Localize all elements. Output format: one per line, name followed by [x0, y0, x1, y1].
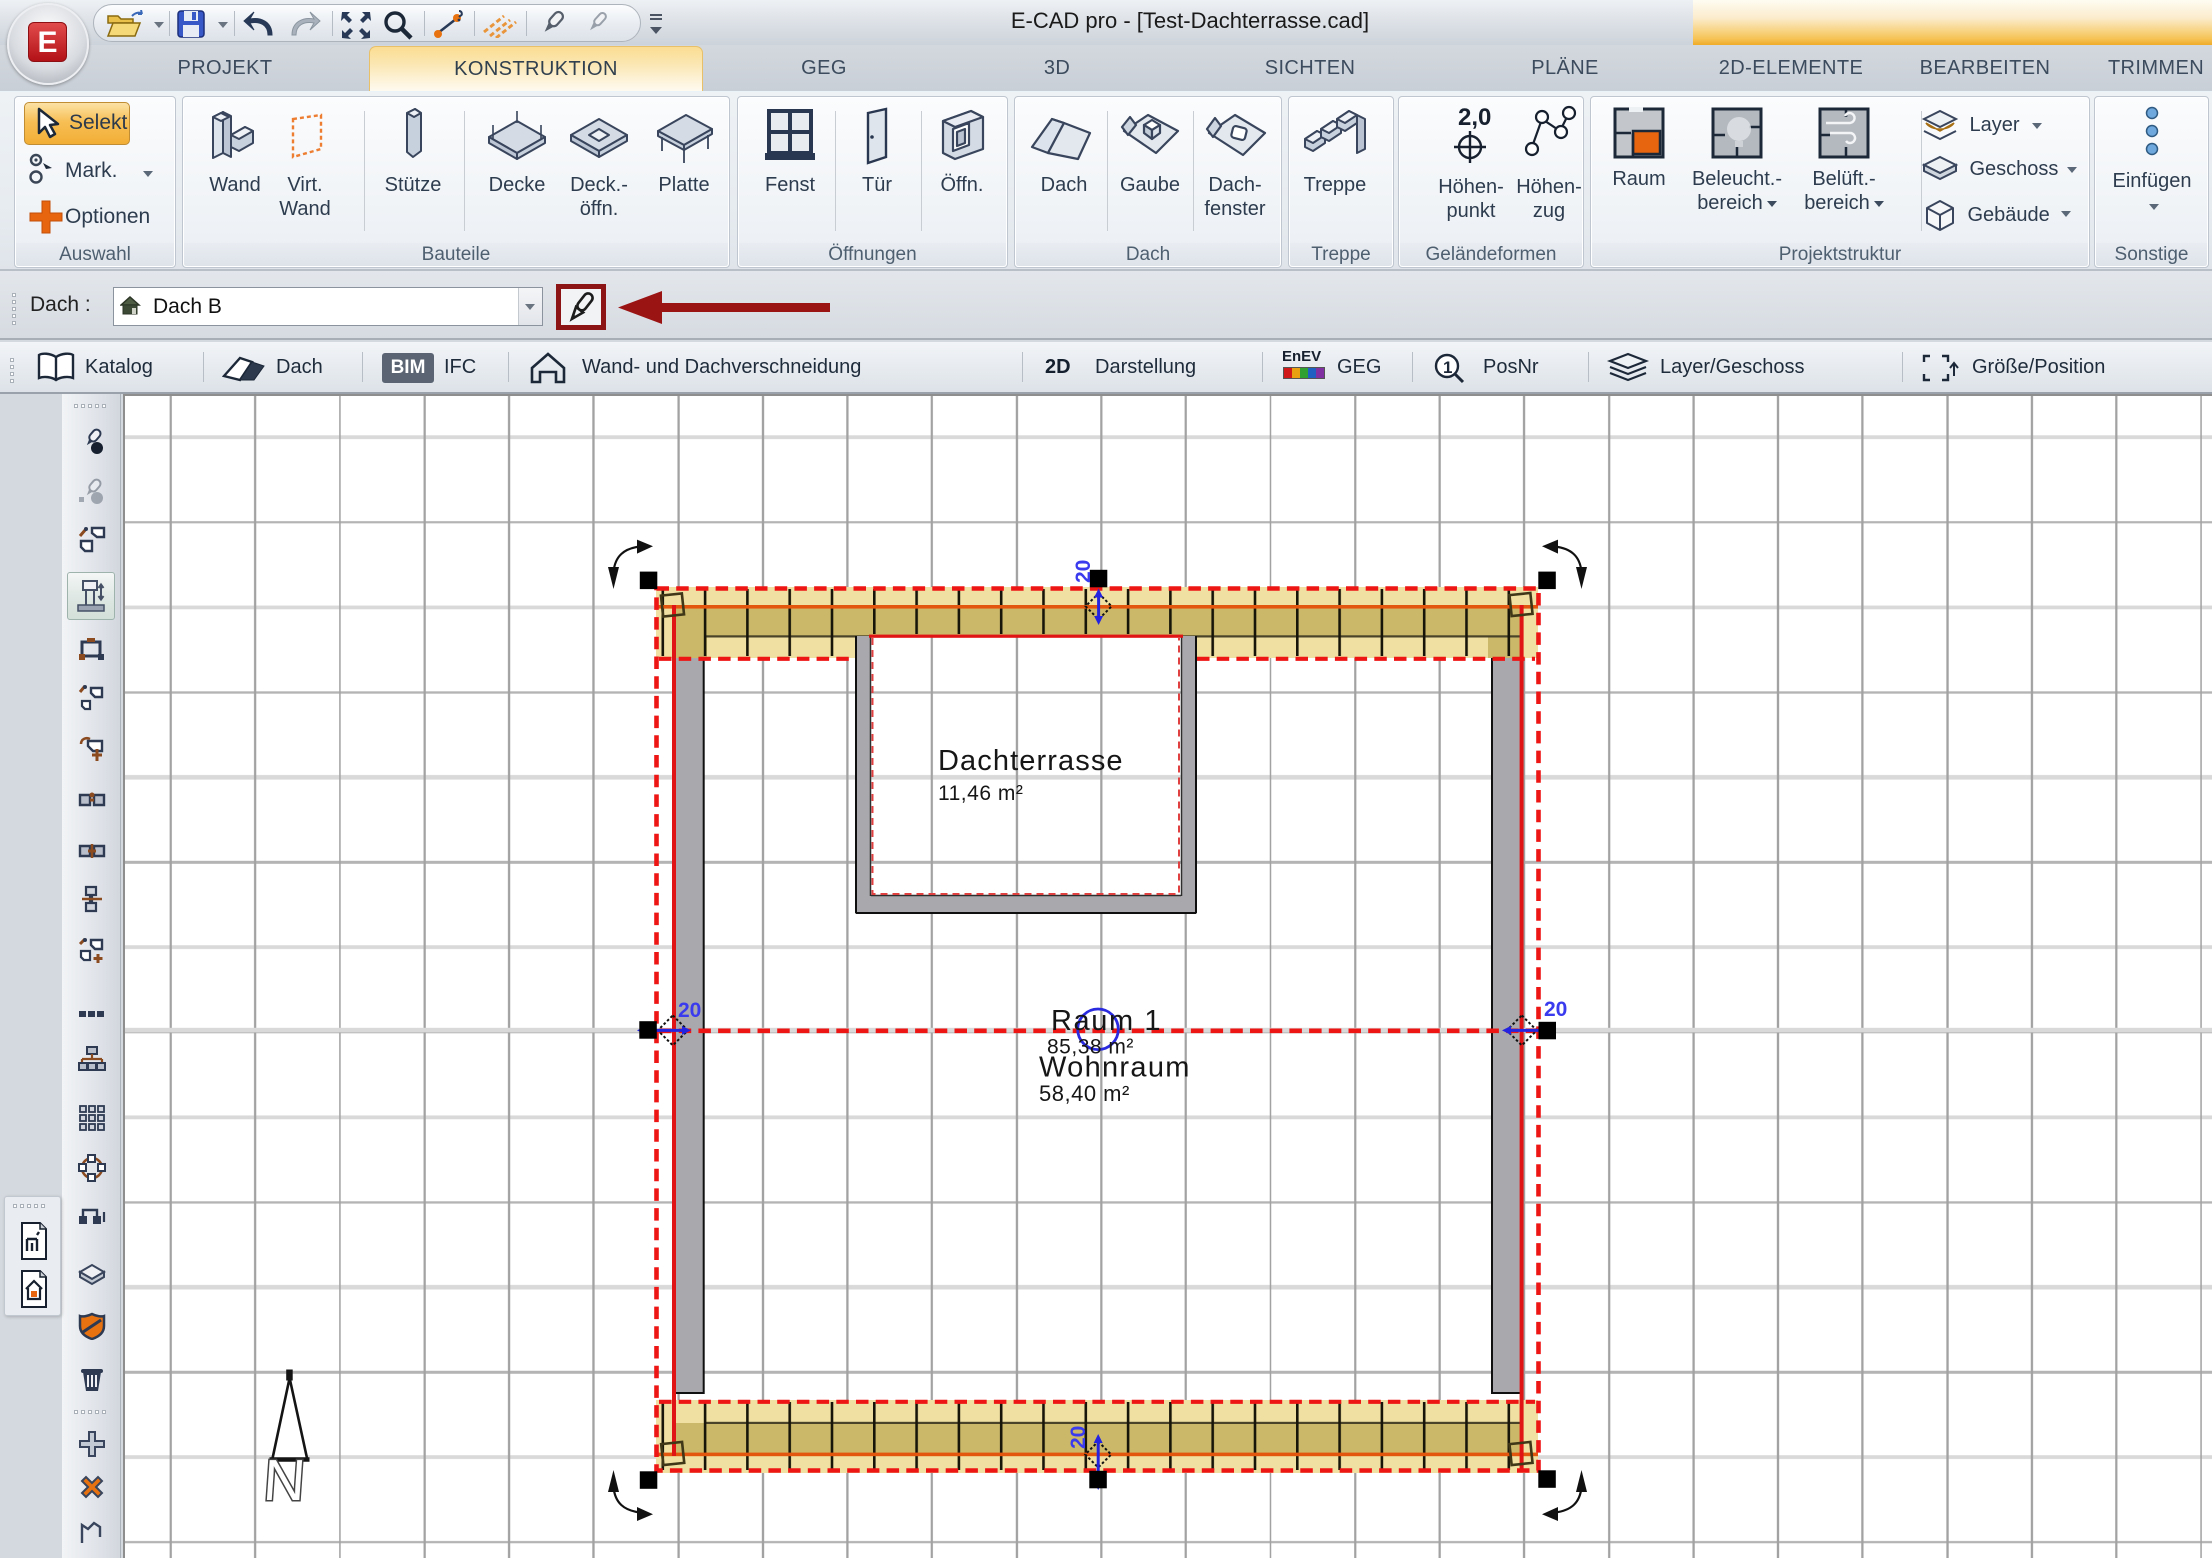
svg-text:20: 20	[678, 999, 701, 1022]
svg-text:58,40 m²: 58,40 m²	[1039, 1081, 1130, 1106]
svg-text:20: 20	[1544, 998, 1567, 1021]
svg-text:2,0: 2,0	[1458, 104, 1491, 131]
svg-text:Dachterrasse: Dachterrasse	[938, 745, 1124, 777]
svg-text:20: 20	[1067, 1426, 1090, 1449]
svg-text:11,46 m²: 11,46 m²	[938, 782, 1023, 805]
svg-text:Wohnraum: Wohnraum	[1039, 1052, 1191, 1084]
svg-text:1: 1	[1443, 358, 1452, 377]
svg-text:Raum 1: Raum 1	[1051, 1005, 1162, 1037]
svg-text:N: N	[261, 1448, 307, 1513]
svg-text:20: 20	[1072, 560, 1095, 583]
